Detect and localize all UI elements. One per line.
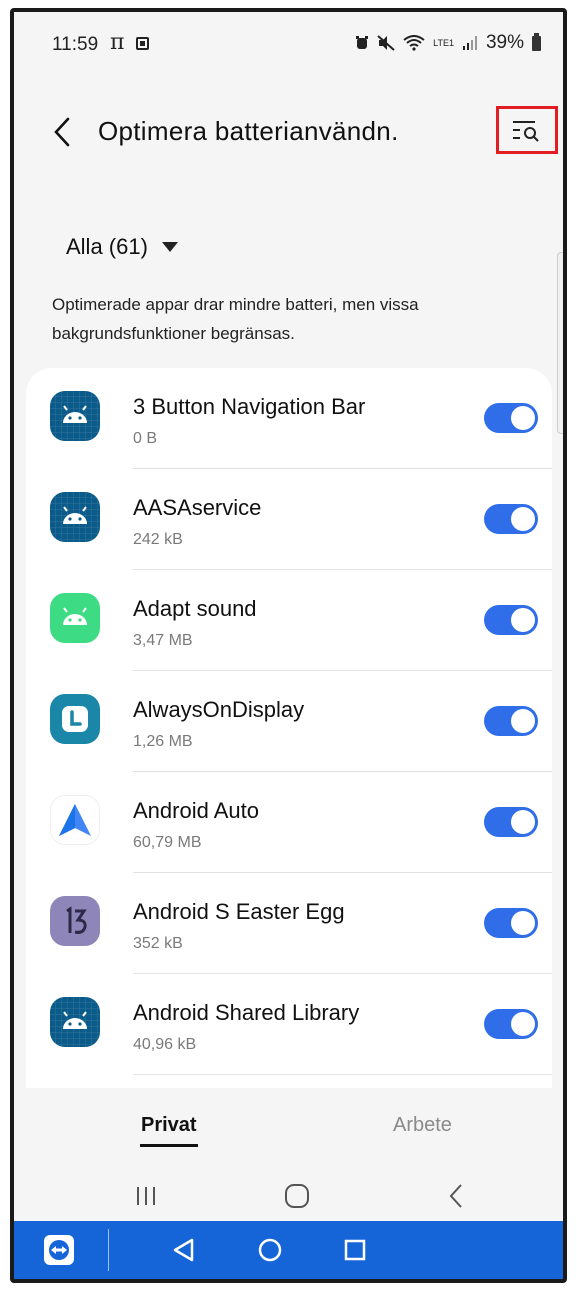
app-size: 0 B xyxy=(133,430,158,447)
app-name: 3 Button Navigation Bar xyxy=(133,394,366,419)
home-icon xyxy=(285,1184,309,1208)
app-size: 352 kB xyxy=(133,935,183,952)
toggle-knob xyxy=(511,1012,535,1036)
list-item[interactable]: Adapt sound 3,47 MB xyxy=(26,570,552,671)
chevron-left-icon xyxy=(449,1184,462,1208)
toggle-knob xyxy=(511,406,535,430)
toggle-knob xyxy=(511,507,535,531)
circle-home-icon xyxy=(258,1238,282,1262)
list-item[interactable]: AlwaysOnDisplay 1,26 MB xyxy=(26,671,552,772)
app-list: 3 Button Navigation Bar 0 B AASAservice … xyxy=(26,368,552,1088)
remote-back-button[interactable] xyxy=(167,1233,201,1267)
battery-icon xyxy=(532,32,541,51)
toggle-knob xyxy=(511,608,535,632)
toggle-knob xyxy=(511,911,535,935)
android-robot-icon xyxy=(50,391,100,441)
list-item[interactable]: Android S Easter Egg 352 kB xyxy=(26,873,552,974)
list-item[interactable]: Android Shared Library 40,96 kB xyxy=(26,974,552,1075)
nav-back-button[interactable] xyxy=(439,1181,475,1211)
recents-button[interactable] xyxy=(128,1181,164,1211)
clock-icon xyxy=(50,694,100,744)
list-item[interactable]: AASAservice 242 kB xyxy=(26,469,552,570)
status-time: 11:59 xyxy=(52,34,99,55)
android-robot-icon xyxy=(50,593,100,643)
easter-egg-13-icon xyxy=(50,896,100,946)
app-name: Adapt sound xyxy=(133,596,257,621)
teamviewer-icon[interactable] xyxy=(44,1235,74,1265)
chevron-left-icon xyxy=(54,117,70,147)
status-right: LTE1 39% xyxy=(355,32,541,54)
filter-label: Alla (61) xyxy=(66,234,148,259)
toggle-knob xyxy=(511,709,535,733)
scrollbar[interactable] xyxy=(557,252,563,434)
app-size: 60,79 MB xyxy=(133,834,202,851)
optimize-toggle[interactable] xyxy=(484,605,538,635)
phone-screen: 11:59 π LTE1 39% Optimera batterianvändn… xyxy=(10,8,567,1283)
app-size: 3,47 MB xyxy=(133,632,193,649)
app-name: AlwaysOnDisplay xyxy=(133,697,305,722)
android-navbar xyxy=(14,1167,563,1227)
app-name: Android Auto xyxy=(133,798,259,823)
lte-indicator: LTE1 xyxy=(433,38,454,48)
status-bar: 11:59 π LTE1 39% xyxy=(14,12,563,72)
app-name: Android S Easter Egg xyxy=(133,899,345,924)
page-title: Optimera batterianvändn. xyxy=(98,116,399,146)
app-size: 242 kB xyxy=(133,531,183,548)
toggle-knob xyxy=(511,810,535,834)
divider xyxy=(108,1229,109,1271)
tab-private[interactable]: Privat xyxy=(141,1114,197,1137)
signal-icon xyxy=(462,36,477,50)
square-recents-icon xyxy=(344,1239,366,1261)
search-list-icon xyxy=(513,121,539,142)
optimize-toggle[interactable] xyxy=(484,403,538,433)
mute-icon xyxy=(377,35,395,51)
active-tab-indicator xyxy=(140,1144,198,1147)
remote-control-bar xyxy=(14,1221,563,1279)
alarm-icon xyxy=(356,36,369,49)
optimize-toggle[interactable] xyxy=(484,504,538,534)
tab-work[interactable]: Arbete xyxy=(393,1114,452,1137)
list-item[interactable]: Android Auto 60,79 MB xyxy=(26,772,552,873)
notification-icon xyxy=(136,37,149,50)
profile-tabs: Privat Arbete xyxy=(14,1092,563,1162)
caret-down-icon xyxy=(161,242,178,252)
description-text: Optimerade appar drar mindre batteri, me… xyxy=(52,295,419,343)
optimize-toggle[interactable] xyxy=(484,706,538,736)
app-size: 40,96 kB xyxy=(133,1036,197,1053)
battery-percent: 39% xyxy=(485,32,524,53)
android-robot-icon xyxy=(50,492,100,542)
optimize-toggle[interactable] xyxy=(484,807,538,837)
search-filter-button[interactable] xyxy=(496,106,558,154)
app-size: 1,26 MB xyxy=(133,733,193,750)
divider xyxy=(133,1074,552,1075)
wifi-icon xyxy=(403,35,425,51)
android-auto-icon xyxy=(50,795,100,845)
back-button[interactable] xyxy=(48,114,78,150)
app-name: AASAservice xyxy=(133,495,262,520)
android-robot-icon xyxy=(50,997,100,1047)
list-item[interactable]: 3 Button Navigation Bar 0 B xyxy=(26,368,552,469)
remote-recents-button[interactable] xyxy=(338,1233,372,1267)
home-button[interactable] xyxy=(279,1181,315,1211)
optimize-toggle[interactable] xyxy=(484,908,538,938)
app-filter-dropdown[interactable]: Alla (61) xyxy=(66,234,178,260)
triangle-back-icon xyxy=(173,1238,194,1262)
app-name: Android Shared Library xyxy=(133,1000,360,1025)
remote-home-button[interactable] xyxy=(253,1233,287,1267)
app-header: Optimera batterianvändn. xyxy=(14,102,563,162)
pi-notification-icon: π xyxy=(110,30,125,55)
recents-icon xyxy=(137,1187,155,1205)
optimize-toggle[interactable] xyxy=(484,1009,538,1039)
